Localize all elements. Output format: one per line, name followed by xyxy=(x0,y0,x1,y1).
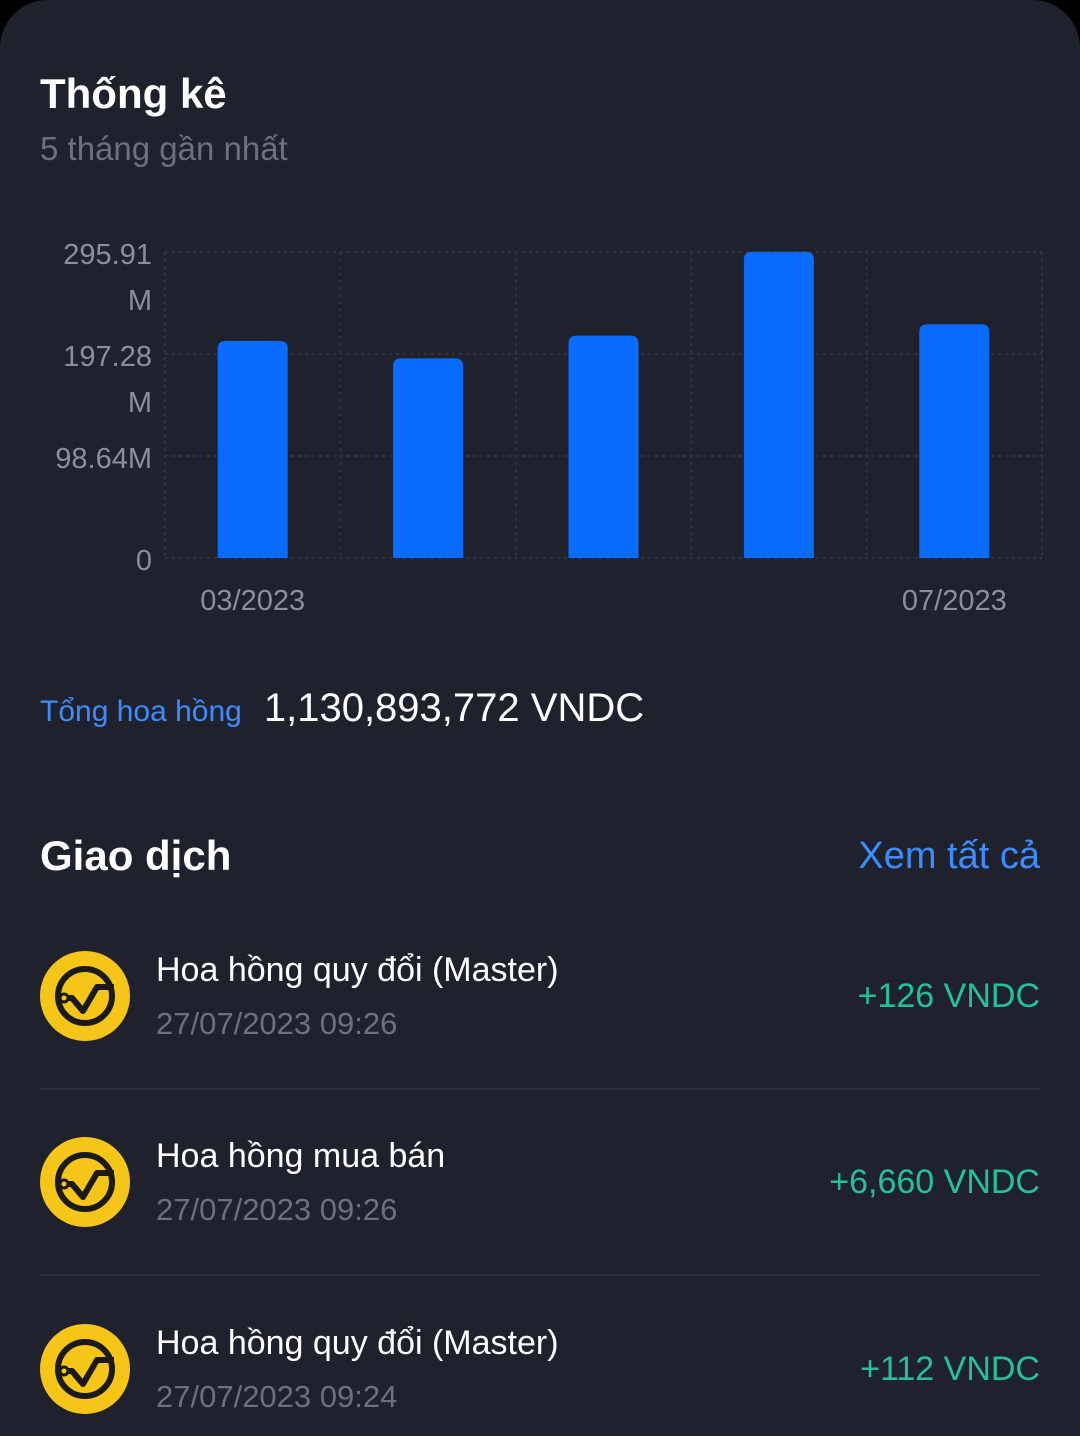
transaction-row[interactable]: Hoa hồng mua bán 27/07/2023 09:26 +6,660… xyxy=(40,1090,1040,1276)
x-tick-label: 03/2023 xyxy=(200,585,305,617)
transaction-row[interactable]: Hoa hồng quy đổi (Master) 27/07/2023 09:… xyxy=(40,1276,1040,1436)
y-tick-label: 295.91 M xyxy=(63,239,152,317)
chart-bar xyxy=(217,340,288,558)
chart-bar xyxy=(919,324,990,558)
transaction-amount: +112 VNDC xyxy=(860,1349,1040,1388)
transaction-name: Hoa hồng quy đổi (Master) xyxy=(156,1323,559,1362)
total-commission-label: Tổng hoa hồng xyxy=(40,695,242,728)
transaction-date: 27/07/2023 09:24 xyxy=(156,1378,398,1414)
transactions-header: Giao dịch Xem tất cả xyxy=(40,832,1040,880)
transactions-title: Giao dịch xyxy=(40,832,232,879)
y-tick-label: 197.28 M xyxy=(63,341,152,419)
stats-card: Thống kê 5 tháng gần nhất 0 98.64M 197.28 M… xyxy=(0,0,1080,1436)
transaction-date: 27/07/2023 09:26 xyxy=(156,1005,398,1041)
transaction-date: 27/07/2023 09:26 xyxy=(156,1191,398,1227)
transaction-amount: +126 VNDC xyxy=(857,976,1040,1015)
stats-subtitle: 5 tháng gần nhất xyxy=(40,130,288,167)
bar-chart: 0 98.64M 197.28 M 295.91 M 03/2023 07/2023 xyxy=(55,239,1043,617)
total-commission: Tổng hoa hồng 1,130,893,772 VNDC xyxy=(40,686,644,731)
vndc-coin-icon xyxy=(40,1324,130,1414)
y-tick-label: 98.64M xyxy=(55,443,152,475)
vndc-coin-icon xyxy=(40,1137,130,1227)
chart-bar xyxy=(393,358,464,558)
transaction-row[interactable]: Hoa hồng quy đổi (Master) 27/07/2023 09:… xyxy=(40,904,1040,1090)
transaction-amount: +6,660 VNDC xyxy=(829,1162,1040,1201)
view-all-link[interactable]: Xem tất cả xyxy=(858,835,1040,878)
total-commission-value: 1,130,893,772 VNDC xyxy=(263,686,645,730)
transaction-name: Hoa hồng quy đổi (Master) xyxy=(156,950,559,989)
y-tick-label: 0 xyxy=(136,545,152,577)
stats-title: Thống kê xyxy=(40,70,227,117)
vndc-coin-icon xyxy=(40,951,130,1041)
chart-bar xyxy=(568,335,639,558)
transaction-list: Hoa hồng quy đổi (Master) 27/07/2023 09:… xyxy=(40,904,1040,1436)
transaction-name: Hoa hồng mua bán xyxy=(156,1136,446,1175)
chart-bar xyxy=(743,251,814,559)
x-tick-label: 07/2023 xyxy=(902,585,1007,617)
